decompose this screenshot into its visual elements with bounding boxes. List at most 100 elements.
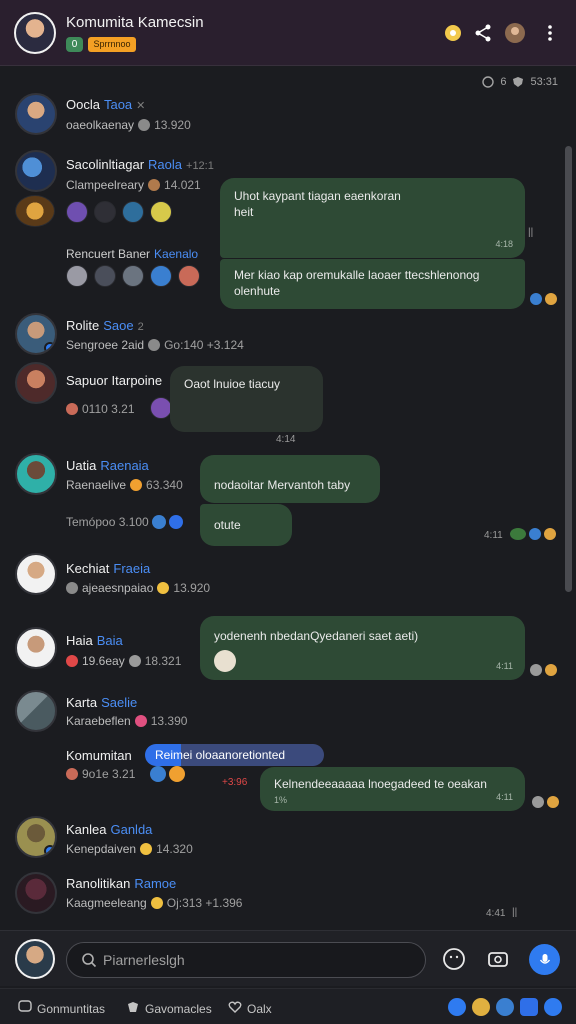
username: Komumitan bbox=[66, 748, 132, 763]
reaction-icon[interactable] bbox=[150, 397, 172, 419]
emoji-icon bbox=[130, 479, 143, 491]
emoji-icon bbox=[157, 582, 170, 594]
sticker-icon[interactable] bbox=[15, 195, 55, 227]
bubble-text: Mer kiao kap oremukalle laoaer ttecshlen… bbox=[234, 268, 480, 282]
message-bubble[interactable]: Oaot lnuioe tiacuy bbox=[170, 366, 323, 432]
message-bubble[interactable]: Mer kiao kap oremukalle laoaer ttecshlen… bbox=[220, 259, 525, 309]
avatar[interactable] bbox=[15, 313, 57, 355]
avatar[interactable] bbox=[15, 362, 57, 404]
settings-icon[interactable] bbox=[544, 998, 562, 1016]
avatar[interactable] bbox=[15, 453, 57, 495]
message-bubble[interactable]: yodenenh nbedanQyedaneri saet aeti) 4:11 bbox=[200, 616, 525, 680]
user-meta: Raenaelive 63.340 bbox=[66, 478, 183, 492]
nav-item-other[interactable]: Oalx bbox=[228, 1000, 272, 1017]
reaction-icon[interactable] bbox=[545, 664, 557, 676]
reaction-icon[interactable] bbox=[532, 796, 544, 808]
reaction-icon[interactable] bbox=[94, 201, 116, 223]
emoji-icon[interactable] bbox=[472, 998, 490, 1016]
user-meta: Karaebeflen 13.390 bbox=[66, 714, 188, 728]
avatar[interactable] bbox=[15, 690, 57, 732]
read-receipt: || bbox=[512, 907, 518, 918]
username: Ranolitikan Ramoe bbox=[66, 876, 177, 891]
mic-button[interactable] bbox=[529, 944, 560, 975]
status-glyph: 6 bbox=[500, 76, 507, 88]
puzzle-icon[interactable] bbox=[441, 21, 465, 45]
reaction-icon[interactable] bbox=[66, 201, 88, 223]
reaction-row bbox=[530, 293, 557, 305]
nav-quick-icons bbox=[448, 998, 562, 1016]
bubble-text: Uhot kaypant tiagan eaenkoran bbox=[234, 189, 401, 203]
status-time: 53:31 bbox=[530, 76, 558, 88]
message-composer bbox=[0, 930, 576, 986]
reaction-icon[interactable] bbox=[150, 265, 172, 287]
chat-icon[interactable] bbox=[520, 998, 538, 1016]
reaction-icon[interactable] bbox=[169, 515, 183, 529]
message-input[interactable] bbox=[103, 943, 413, 977]
bubble-time: 4:11 bbox=[484, 530, 503, 541]
message-bubble[interactable]: nodaoitar Mervantoh taby bbox=[200, 455, 380, 503]
reaction-icon[interactable] bbox=[152, 515, 166, 529]
eye-icon bbox=[482, 76, 495, 88]
reaction-icon[interactable] bbox=[529, 528, 541, 540]
reaction-icon[interactable] bbox=[530, 293, 542, 305]
reaction-icon[interactable] bbox=[150, 201, 172, 223]
reaction-icon bbox=[66, 403, 78, 415]
bubble-text: yodenenh nbedanQyedaneri saet aeti) bbox=[214, 629, 419, 643]
nav-item-communities[interactable]: Gonmuntitas bbox=[18, 1000, 105, 1017]
message-bubble[interactable]: otute bbox=[200, 504, 292, 546]
reaction-row bbox=[532, 796, 559, 808]
puzzle-icon bbox=[126, 1000, 140, 1017]
reaction-icon[interactable] bbox=[122, 201, 144, 223]
nav-item-games[interactable]: Gavomacles bbox=[126, 1000, 212, 1017]
message-input-box[interactable] bbox=[66, 942, 426, 978]
more-options-icon[interactable] bbox=[538, 21, 562, 45]
chat-title: Komumita Kamecsin bbox=[66, 14, 204, 31]
reaction-icon[interactable] bbox=[544, 528, 556, 540]
emoji-button[interactable] bbox=[440, 945, 468, 973]
username: Kechiat Fraeia bbox=[66, 561, 151, 576]
user-avatar[interactable] bbox=[15, 939, 55, 979]
reaction-row bbox=[66, 201, 172, 223]
username: Kanlea Ganlda bbox=[66, 822, 153, 837]
reaction-icon[interactable] bbox=[169, 766, 185, 782]
reaction-icon[interactable] bbox=[94, 265, 116, 287]
reaction-icon[interactable] bbox=[510, 528, 526, 540]
reaction-icon[interactable] bbox=[530, 664, 542, 676]
share-icon[interactable] bbox=[471, 21, 495, 45]
message-bubble[interactable]: Kelnendeeaaaaa lnoegadeed te oeakan 1% 4… bbox=[260, 767, 525, 811]
reaction-icon[interactable] bbox=[150, 766, 166, 782]
chat-status-row: 6 53:31 bbox=[482, 76, 558, 88]
community-avatar[interactable] bbox=[14, 12, 56, 54]
avatar[interactable] bbox=[15, 872, 57, 914]
chat-icon bbox=[18, 1000, 32, 1017]
scrollbar[interactable] bbox=[565, 146, 572, 592]
reaction-icon[interactable] bbox=[547, 796, 559, 808]
sub-username: Rencuert Baner Kaenalo bbox=[66, 247, 199, 261]
globe-icon[interactable] bbox=[496, 998, 514, 1016]
avatar[interactable] bbox=[15, 816, 57, 858]
reply-pill[interactable]: Reimei oloaanoretionted bbox=[145, 744, 324, 766]
reaction-icon[interactable] bbox=[66, 265, 88, 287]
username: Uatia Raenaia bbox=[66, 458, 149, 473]
avatar[interactable] bbox=[15, 93, 57, 135]
reaction-icon[interactable] bbox=[545, 293, 557, 305]
member-avatar-icon[interactable] bbox=[503, 21, 527, 45]
search-icon bbox=[81, 952, 97, 973]
profile-icon[interactable] bbox=[448, 998, 466, 1016]
level-badge: 0 bbox=[66, 37, 83, 52]
emoji-icon bbox=[134, 715, 147, 727]
user-meta: Kaagmeeleang Oj:313 +1.396 bbox=[66, 896, 243, 910]
message-bubble[interactable]: Uhot kaypant tiagan eaenkoran heit 4:18 bbox=[220, 178, 525, 258]
chat-header: Komumita Kamecsin 0 Sprrnnoo bbox=[0, 0, 576, 66]
user-meta: 0110 3.21 bbox=[66, 402, 135, 416]
shield-icon bbox=[512, 76, 524, 88]
avatar[interactable] bbox=[15, 150, 57, 192]
camera-button[interactable] bbox=[484, 945, 512, 973]
reaction-row bbox=[66, 265, 200, 287]
avatar[interactable] bbox=[15, 627, 57, 669]
user-meta: ajeaesnpaiao 13.920 bbox=[66, 581, 210, 595]
heart-icon bbox=[66, 655, 78, 667]
reaction-icon[interactable] bbox=[178, 265, 200, 287]
avatar[interactable] bbox=[15, 553, 57, 595]
reaction-icon[interactable] bbox=[122, 265, 144, 287]
